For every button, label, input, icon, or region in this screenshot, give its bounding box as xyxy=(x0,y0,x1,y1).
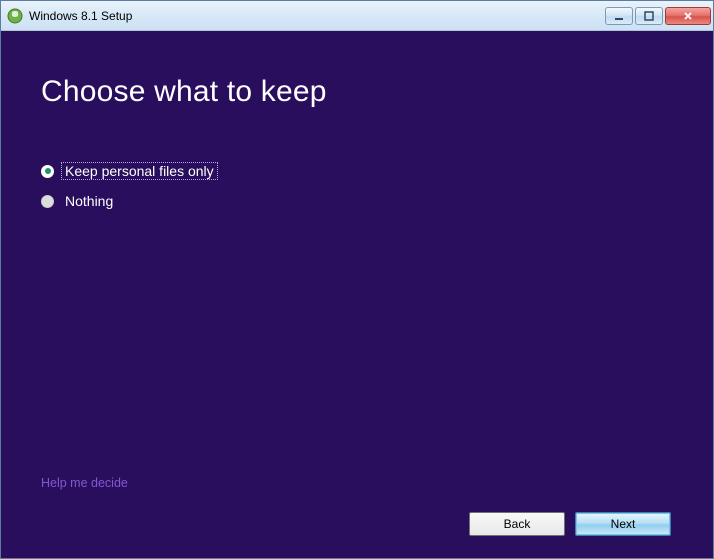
option-keep-files[interactable]: Keep personal files only xyxy=(41,163,673,179)
app-icon xyxy=(7,8,23,24)
maximize-button[interactable] xyxy=(635,7,663,25)
window-title: Windows 8.1 Setup xyxy=(29,9,605,23)
option-nothing[interactable]: Nothing xyxy=(41,193,673,209)
radio-icon xyxy=(41,195,54,208)
option-label: Nothing xyxy=(62,193,116,209)
minimize-button[interactable] xyxy=(605,7,633,25)
content-area: Choose what to keep Keep personal files … xyxy=(1,31,713,558)
button-row: Back Next xyxy=(41,512,673,538)
page-title: Choose what to keep xyxy=(41,75,673,109)
help-me-decide-link[interactable]: Help me decide xyxy=(41,476,673,490)
close-button[interactable] xyxy=(665,7,711,25)
next-button[interactable]: Next xyxy=(575,512,671,536)
setup-window: Windows 8.1 Setup Choose what to keep Ke… xyxy=(0,0,714,559)
back-button[interactable]: Back xyxy=(469,512,565,536)
window-controls xyxy=(605,7,711,25)
options-group: Keep personal files only Nothing xyxy=(41,163,673,209)
titlebar[interactable]: Windows 8.1 Setup xyxy=(1,1,713,31)
radio-icon xyxy=(41,165,54,178)
option-label: Keep personal files only xyxy=(62,163,217,179)
